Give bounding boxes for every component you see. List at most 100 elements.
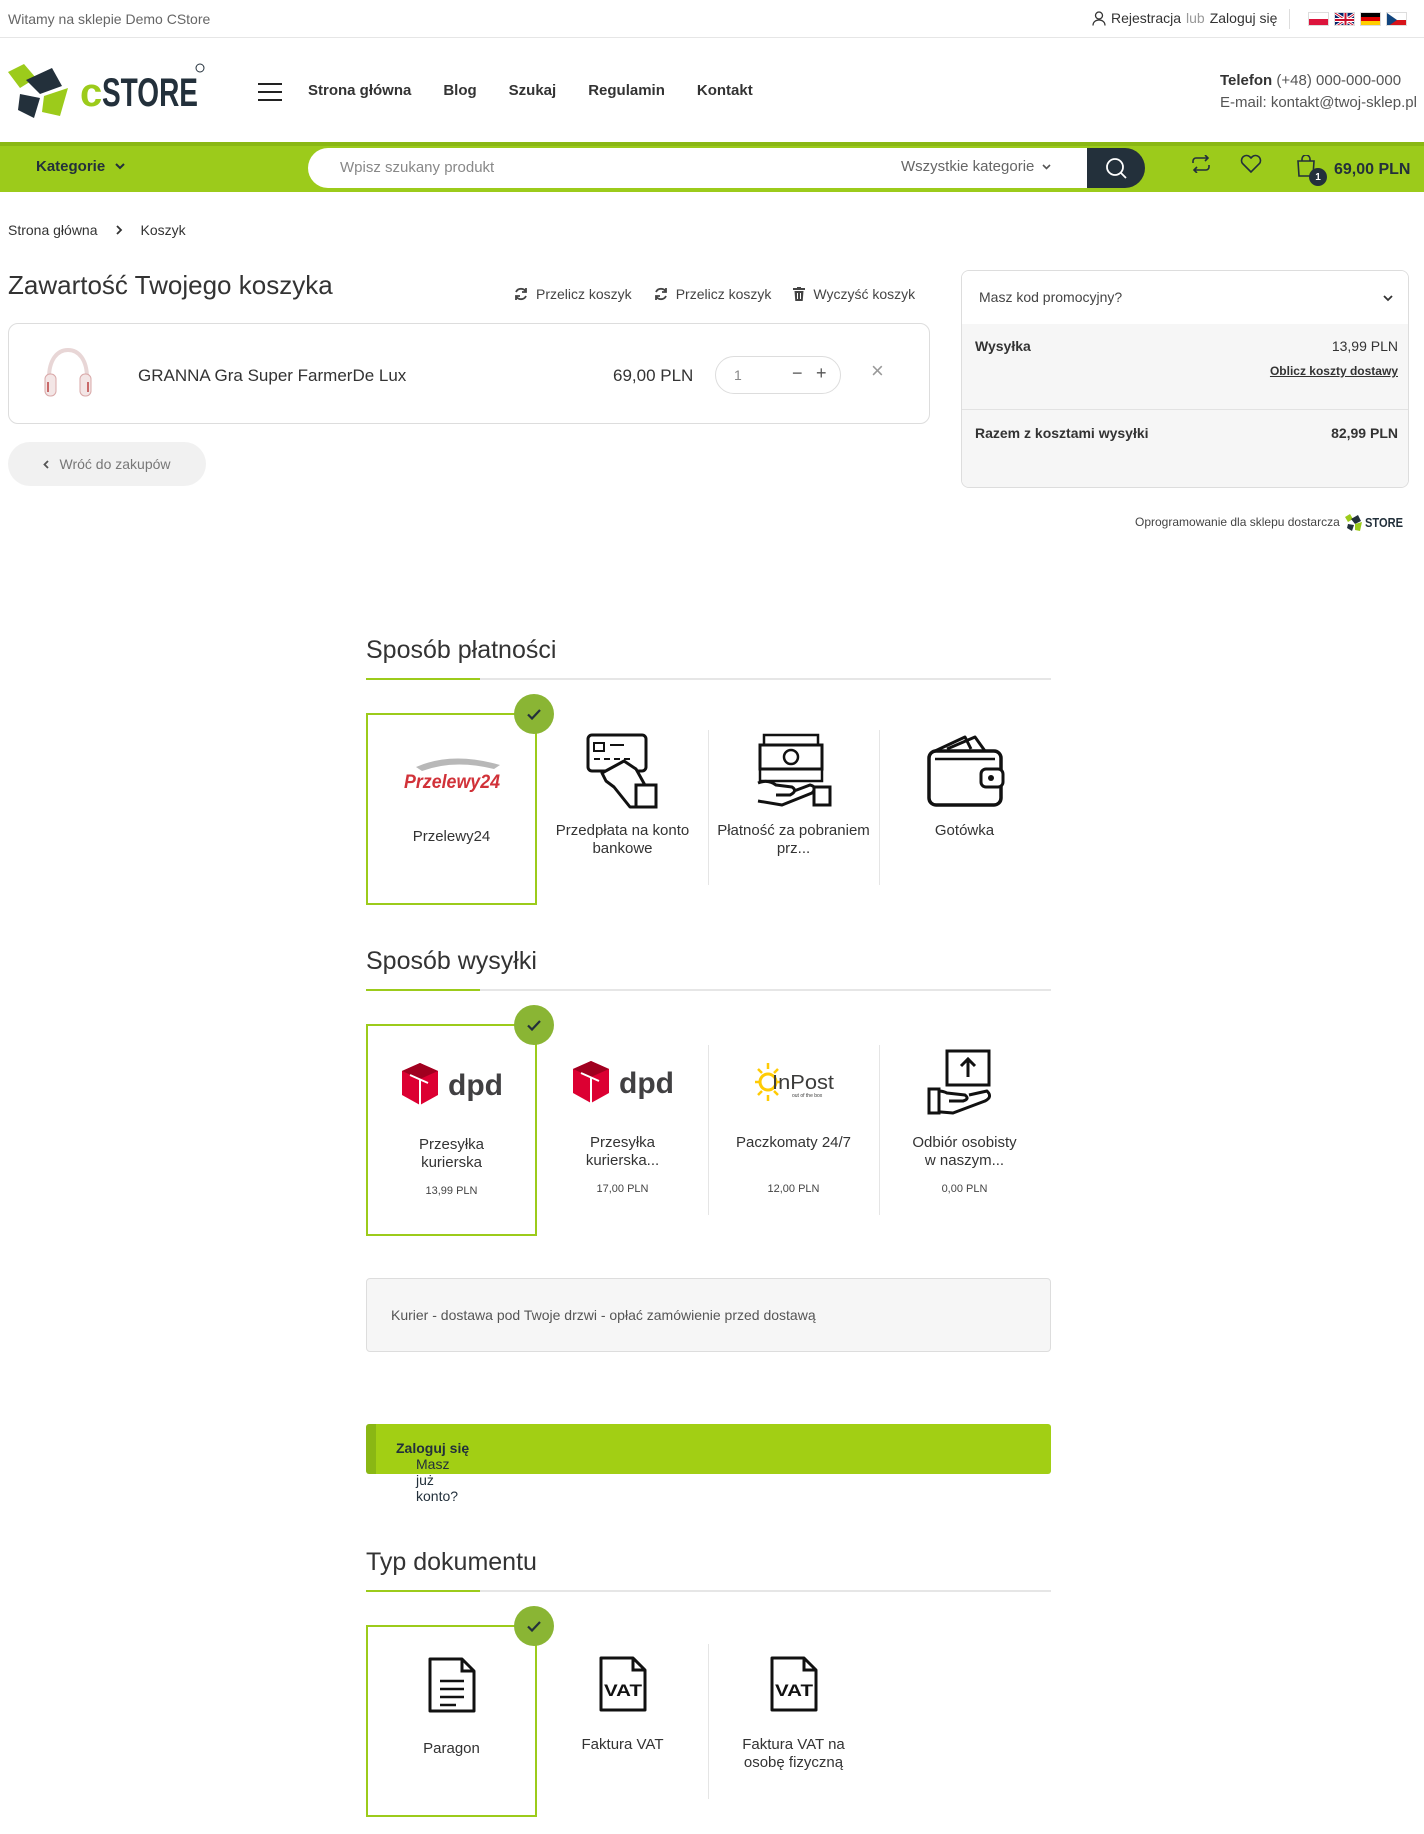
- search-icon: [1106, 158, 1127, 179]
- remove-item-icon[interactable]: ×: [871, 358, 884, 384]
- selected-check-icon: [514, 694, 554, 734]
- flag-uk-icon[interactable]: [1334, 12, 1355, 26]
- document-option-vat-invoice[interactable]: VAT Faktura VAT: [537, 1644, 708, 1804]
- nav-search[interactable]: Szukaj: [509, 82, 557, 99]
- clear-cart-label: Wyczyść koszyk: [813, 286, 916, 302]
- login-question: Masz już konto?: [416, 1456, 459, 1504]
- product-name[interactable]: GRANNA Gra Super FarmerDe Lux: [138, 366, 406, 386]
- clear-cart-button[interactable]: Wyczyść koszyk: [793, 286, 915, 302]
- chevron-left-icon: [43, 459, 50, 469]
- document-option-vat-person[interactable]: VAT Faktura VAT na osobę fizyczną: [708, 1644, 879, 1804]
- shipping-option-inpost[interactable]: InPost out of the box Paczkomaty 24/7 12,…: [708, 1042, 879, 1222]
- dpd-logo-icon: dpd: [572, 1061, 673, 1103]
- phone-number[interactable]: (+48) 000-000-000: [1276, 72, 1401, 89]
- breadcrumb-home[interactable]: Strona główna: [8, 222, 98, 238]
- minus-icon[interactable]: −: [792, 363, 803, 384]
- document-title: Typ dokumentu: [366, 1548, 537, 1576]
- nav-blog[interactable]: Blog: [443, 82, 476, 99]
- logo[interactable]: c STORE: [6, 60, 206, 122]
- shipping-option-pickup[interactable]: Odbiór osobisty w naszym... 0,00 PLN: [879, 1042, 1050, 1222]
- cart-actions: Przelicz koszyk Przelicz koszyk Wyczyść …: [514, 286, 915, 302]
- inpost-logo-icon: InPostout of the box: [754, 1063, 834, 1101]
- pickup-box-icon: [927, 1049, 991, 1115]
- payment-option-prepayment[interactable]: Przedpłata na konto bankowe: [537, 730, 708, 890]
- logo-text: STORE: [102, 71, 198, 115]
- heart-icon[interactable]: [1240, 154, 1262, 173]
- user-icon: [1092, 10, 1106, 26]
- shipping-option-dpd[interactable]: dpd Przesyłka kurierska 13,99 PLN: [366, 1024, 537, 1236]
- payment-title: Sposób płatności: [366, 636, 557, 664]
- search-category-select[interactable]: Wszystkie kategorie: [901, 158, 1051, 175]
- compare-icon[interactable]: [1190, 154, 1212, 173]
- selected-check-icon: [514, 1606, 554, 1646]
- recalc-button[interactable]: Przelicz koszyk: [514, 286, 632, 302]
- search-input[interactable]: Wpisz szukany produkt Wszystkie kategori…: [308, 148, 1088, 188]
- payment-label: Płatność za pobraniem prz...: [717, 822, 870, 857]
- section-divider: [366, 989, 1051, 991]
- powered-text: Oprogramowanie dla sklepu dostarcza: [1135, 515, 1340, 529]
- shipping-title: Sposób wysyłki: [366, 947, 537, 975]
- nav-terms[interactable]: Regulamin: [588, 82, 665, 99]
- shipping-price: 0,00 PLN: [941, 1183, 988, 1195]
- quantity-value[interactable]: 1: [734, 367, 742, 383]
- total-value: 82,99 PLN: [1331, 425, 1398, 441]
- nav-contact[interactable]: Kontakt: [697, 82, 753, 99]
- refresh-icon: [515, 287, 527, 301]
- cart-count-badge: 1: [1309, 168, 1327, 186]
- vat-icon-text: VAT: [775, 1681, 814, 1700]
- top-bar: Witamy na sklepie Demo CStore Rejestracj…: [0, 0, 1424, 38]
- logo-initial: c: [80, 71, 102, 115]
- payment-label: Przedpłata na konto bankowe: [555, 822, 690, 857]
- cart-total: 69,00 PLN: [1334, 161, 1411, 178]
- powered-brand: STORE: [1365, 515, 1403, 530]
- login-link[interactable]: Zaloguj się: [1210, 10, 1278, 26]
- shipping-label: Przesyłka kurierska...: [585, 1134, 660, 1169]
- header-actions: [1190, 154, 1262, 173]
- wallet-icon: [926, 735, 1004, 807]
- search-category-label: Wszystkie kategorie: [901, 158, 1035, 175]
- document-option-receipt[interactable]: Paragon: [366, 1625, 537, 1817]
- welcome-text: Witamy na sklepie Demo CStore: [8, 11, 211, 27]
- search-button[interactable]: [1087, 148, 1145, 188]
- inpost-logo-sub: out of the box: [792, 1093, 823, 1099]
- cart-button[interactable]: 1 69,00 PLN: [1296, 154, 1411, 186]
- plus-icon[interactable]: +: [816, 363, 827, 384]
- cash-hand-icon: [756, 733, 831, 807]
- order-summary: Masz kod promocyjny? Wysyłka 13,99 PLN O…: [961, 270, 1409, 488]
- divider: [1289, 9, 1290, 29]
- shipping-info-box: Kurier - dostawa pod Twoje drzwi - opłać…: [366, 1278, 1051, 1352]
- quantity-stepper[interactable]: 1 − +: [715, 356, 841, 394]
- register-link[interactable]: Rejestracja: [1111, 10, 1181, 26]
- selected-check-icon: [514, 1005, 554, 1045]
- payment-option-cod[interactable]: Płatność za pobraniem prz...: [708, 730, 879, 890]
- flag-de-icon[interactable]: [1360, 12, 1381, 26]
- calc-shipping-link[interactable]: Oblicz koszty dostawy: [1270, 364, 1398, 378]
- chevron-right-icon: [115, 225, 122, 235]
- dpd-logo-text: dpd: [619, 1067, 673, 1100]
- payment-option-cash[interactable]: Gotówka: [879, 730, 1050, 890]
- recalc-label: Przelicz koszyk: [536, 286, 632, 302]
- nav-home[interactable]: Strona główna: [308, 82, 411, 99]
- email[interactable]: E-mail: kontakt@twoj-sklep.pl: [1220, 92, 1417, 114]
- document-label: Faktura VAT na osobę fizyczną: [742, 1736, 845, 1771]
- divider: [962, 409, 1408, 410]
- recalc-button-2[interactable]: Przelicz koszyk: [654, 286, 771, 302]
- cstore-small-logo[interactable]: STORE: [1344, 512, 1406, 532]
- promo-code-toggle[interactable]: Masz kod promocyjny?: [962, 271, 1408, 324]
- payment-option-przelewy24[interactable]: Przelewy24 Przelewy24: [366, 713, 537, 905]
- dpd-logo-icon: dpd: [401, 1063, 502, 1105]
- shipping-label: Paczkomaty 24/7: [735, 1134, 852, 1151]
- product-image[interactable]: [39, 344, 97, 404]
- vat-icon-text: VAT: [604, 1681, 643, 1700]
- flag-pl-icon[interactable]: [1308, 12, 1329, 26]
- login-prompt-link[interactable]: Zaloguj się: [396, 1440, 469, 1456]
- categories-button[interactable]: Kategorie: [36, 158, 125, 175]
- promo-label: Masz kod promocyjny?: [979, 289, 1123, 305]
- payment-label: Gotówka: [934, 822, 995, 839]
- menu-icon[interactable]: [258, 83, 282, 101]
- shipping-option-dpd-2[interactable]: dpd Przesyłka kurierska... 17,00 PLN: [537, 1042, 708, 1222]
- back-to-shop-button[interactable]: Wróć do zakupów: [8, 442, 206, 486]
- flag-cz-icon[interactable]: [1386, 12, 1407, 26]
- main-nav: Strona główna Blog Szukaj Regulamin Kont…: [308, 82, 753, 99]
- shipping-price: 13,99 PLN: [425, 1185, 478, 1197]
